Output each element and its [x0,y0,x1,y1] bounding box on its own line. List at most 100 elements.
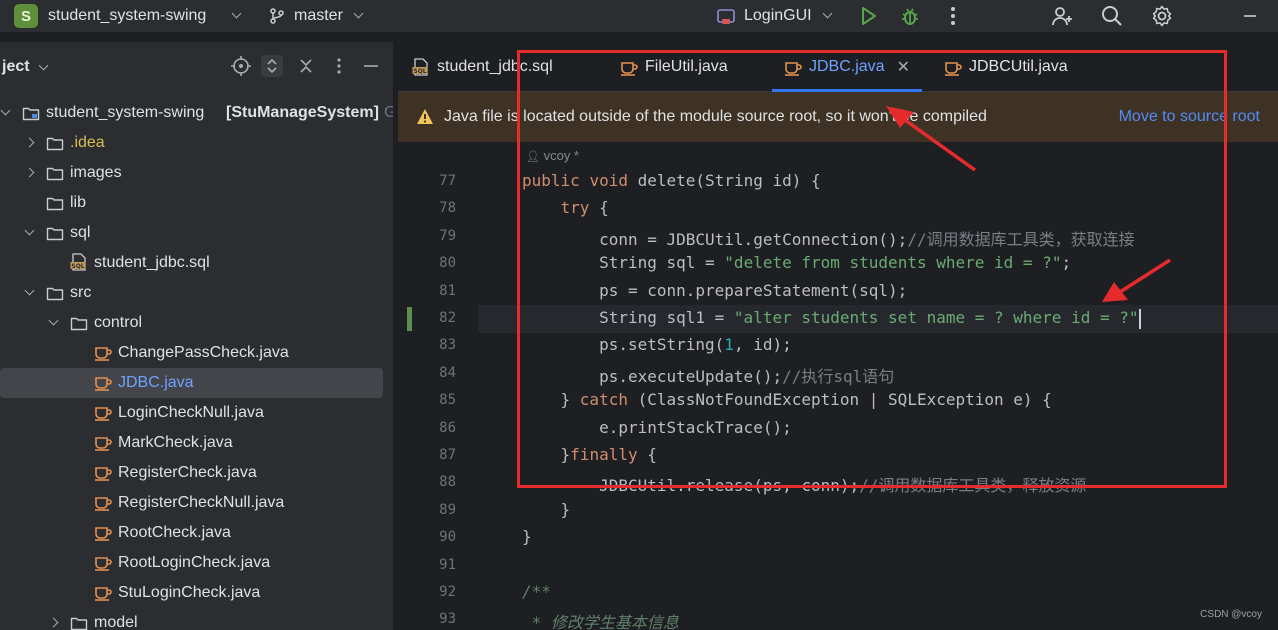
folder-icon [70,315,88,331]
tree-item-control[interactable]: control [0,308,383,338]
code-line[interactable]: /** [522,582,551,601]
more-vertical-icon[interactable] [941,4,965,28]
chevron-down-icon[interactable] [24,225,35,236]
debug-icon[interactable] [898,4,922,28]
tree-item-student-system-swing[interactable]: student_system-swing [StuManageSystem] G: [0,98,393,128]
locate-icon[interactable] [230,55,252,77]
tree-item-label: lib [70,194,87,211]
tree-item-rootcheck-java[interactable]: RootCheck.java [0,518,383,548]
line-number: 89 [439,501,456,518]
chevron-down-icon[interactable] [353,8,364,19]
java-class-icon [94,583,112,601]
expand-collapse-icon[interactable] [261,55,283,77]
tree-item-label: LoginCheckNull.java [118,404,264,421]
line-number: 79 [439,227,456,244]
tree-item-label: MarkCheck.java [118,434,233,451]
java-class-icon [94,343,112,361]
warning-icon [417,109,433,124]
more-vertical-icon[interactable] [328,55,350,77]
tree-item-label: student_system-swing [46,104,205,121]
chevron-right-icon[interactable] [24,137,35,148]
code-line[interactable]: } [522,527,532,546]
module-path-label: G: [384,104,393,121]
project-badge[interactable]: S [14,4,38,28]
line-number: 82 [439,310,456,326]
chevron-right-icon[interactable] [24,167,35,178]
tree-item-stulogincheck-java[interactable]: StuLoginCheck.java [0,578,383,608]
sql-file-icon: SQL [70,253,88,271]
line-number: 88 [439,474,456,491]
tree-item-label: images [70,164,122,181]
line-number: 90 [439,529,456,546]
java-class-icon [94,463,112,481]
line-number: 84 [439,364,456,381]
line-number: 92 [439,584,456,600]
tree-item-label: model [94,614,138,630]
line-number: 91 [439,556,456,573]
chevron-right-icon[interactable] [48,617,59,628]
chevron-down-icon[interactable] [38,60,49,71]
code-line[interactable]: * 修改学生基本信息 [522,609,679,630]
chevron-down-icon[interactable] [231,8,242,19]
settings-icon[interactable] [1150,4,1174,28]
folder-icon [46,285,64,301]
code-line[interactable]: } [522,500,571,519]
tree-item-label: src [70,284,92,301]
chevron-down-icon[interactable] [822,8,833,19]
tree-item-rootlogincheck-java[interactable]: RootLoginCheck.java [0,548,383,578]
run-config-name[interactable]: LoginGUI [744,7,812,25]
title-bar: S student_system-swing master LoginGUI [0,0,1278,32]
tree-item-label: ChangePassCheck.java [118,344,289,361]
module-name-label: [StuManageSystem] [226,104,379,121]
tree-item-lib[interactable]: lib [0,188,383,218]
tree-item-registerchecknull-java[interactable]: RegisterCheckNull.java [0,488,383,518]
tree-item-changepasscheck-java[interactable]: ChangePassCheck.java [0,338,383,368]
project-name[interactable]: student_system-swing [48,7,206,25]
minimize-icon[interactable] [360,55,382,77]
project-panel-title[interactable]: ject [2,58,30,76]
java-class-icon [94,493,112,511]
folder-icon [46,195,64,211]
project-tool-window: ject student_system-swing [StuManageSyste… [0,42,393,630]
tree-item-jdbc-java[interactable]: JDBC.java [0,368,383,398]
run-config-icon[interactable] [716,6,736,26]
add-user-icon[interactable] [1050,4,1074,28]
run-icon[interactable] [856,4,880,28]
tree-item-student-jdbc-sql[interactable]: SQL student_jdbc.sql [0,248,383,278]
module-icon [22,105,40,121]
folder-icon [46,225,64,241]
search-icon[interactable] [1100,4,1124,28]
branch-name[interactable]: master [294,7,343,25]
line-number: 78 [439,200,456,217]
svg-text:SQL: SQL [71,263,84,270]
watermark: CSDN @vcoy [1200,609,1262,620]
line-number: 85 [439,392,456,409]
tree-item-sql[interactable]: sql [0,218,383,248]
tree-item-label: .idea [70,134,105,151]
chevron-down-icon[interactable] [24,285,35,296]
svg-text:SQL: SQL [413,68,426,75]
folder-icon [46,165,64,181]
window-minimize-icon[interactable] [1238,4,1262,28]
panel-divider[interactable] [393,42,394,630]
tree-item-src[interactable]: src [0,278,383,308]
tree-item-label: RegisterCheckNull.java [118,494,285,511]
line-number: 77 [439,173,456,189]
close-icon[interactable] [295,55,317,77]
git-branch-icon[interactable] [268,7,286,25]
tree-item-label: StuLoginCheck.java [118,584,261,601]
chevron-down-icon[interactable] [0,105,11,116]
line-number: 86 [439,419,456,436]
tree-item-images[interactable]: images [0,158,383,188]
tree-item-loginchecknull-java[interactable]: LoginCheckNull.java [0,398,383,428]
tree-item--idea[interactable]: .idea [0,128,383,158]
tree-item-registercheck-java[interactable]: RegisterCheck.java [0,458,383,488]
chevron-down-icon[interactable] [48,315,59,326]
tree-item-label: student_jdbc.sql [94,254,210,271]
tree-item-markcheck-java[interactable]: MarkCheck.java [0,428,383,458]
tree-item-model[interactable]: model [0,608,383,630]
java-class-icon [94,553,112,571]
java-class-icon [94,403,112,421]
line-number: 93 [439,611,456,628]
tree-item-label: RootLoginCheck.java [118,554,271,571]
